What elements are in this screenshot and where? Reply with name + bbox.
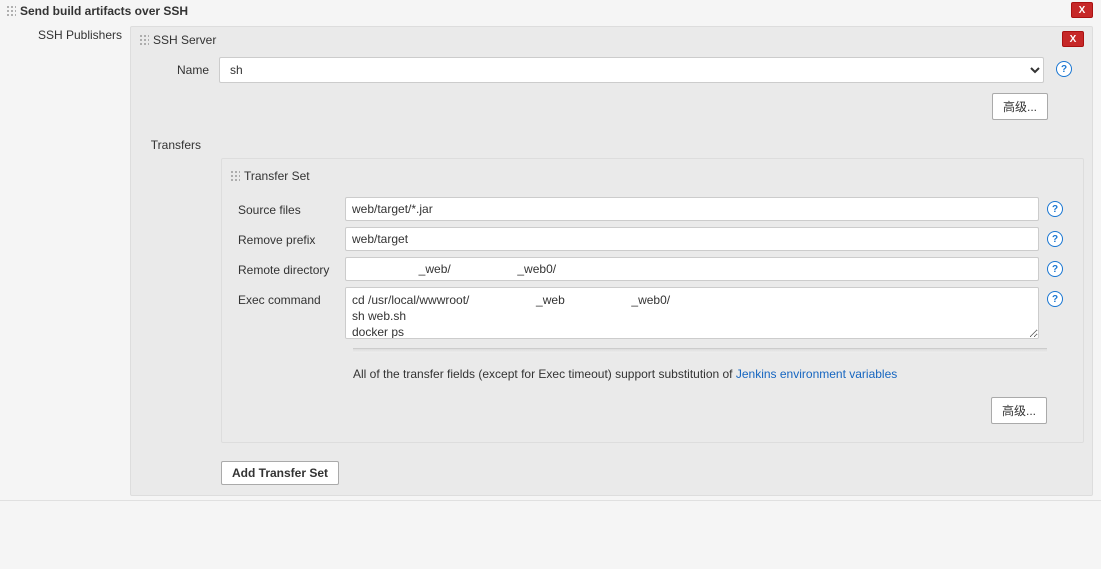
exec-command-textarea[interactable]: cd /usr/local/wwwroot/ _web _web0/ sh we… — [345, 287, 1039, 339]
help-icon[interactable]: ? — [1047, 291, 1063, 307]
transfers-label: Transfers — [131, 132, 211, 152]
transfer-set-header: Transfer Set — [244, 169, 310, 183]
transfer-set-advanced-button[interactable]: 高级... — [991, 397, 1047, 424]
ssh-publisher-box: SSH Server X Name sh ? 高级... — [130, 26, 1093, 496]
drag-handle-icon[interactable] — [6, 5, 16, 17]
source-files-input[interactable] — [345, 197, 1039, 221]
jenkins-env-vars-link[interactable]: Jenkins environment variables — [736, 367, 897, 381]
ssh-publishers-label: SSH Publishers — [0, 22, 130, 500]
ssh-server-name-select[interactable]: sh — [219, 57, 1044, 83]
help-icon[interactable]: ? — [1047, 201, 1063, 217]
name-label: Name — [139, 57, 219, 77]
drag-handle-icon[interactable] — [230, 170, 240, 182]
help-icon[interactable]: ? — [1056, 61, 1072, 77]
close-publisher-button[interactable]: X — [1062, 31, 1084, 47]
resize-handle[interactable] — [353, 348, 1047, 353]
close-section-button[interactable]: X — [1071, 2, 1093, 18]
remote-directory-input[interactable] — [345, 257, 1039, 281]
ssh-server-advanced-button[interactable]: 高级... — [992, 93, 1048, 120]
exec-command-label: Exec command — [230, 287, 345, 307]
transfer-note: All of the transfer fields (except for E… — [222, 353, 1083, 391]
transfer-set-box: Transfer Set Source files ? Remove prefi… — [221, 158, 1084, 443]
remove-prefix-label: Remove prefix — [230, 227, 345, 247]
source-files-label: Source files — [230, 197, 345, 217]
remote-directory-label: Remote directory — [230, 257, 345, 277]
add-transfer-set-button[interactable]: Add Transfer Set — [221, 461, 339, 485]
help-icon[interactable]: ? — [1047, 231, 1063, 247]
help-icon[interactable]: ? — [1047, 261, 1063, 277]
remove-prefix-input[interactable] — [345, 227, 1039, 251]
ssh-server-header: SSH Server — [153, 33, 216, 47]
section-title: Send build artifacts over SSH — [20, 4, 188, 18]
drag-handle-icon[interactable] — [139, 34, 149, 46]
